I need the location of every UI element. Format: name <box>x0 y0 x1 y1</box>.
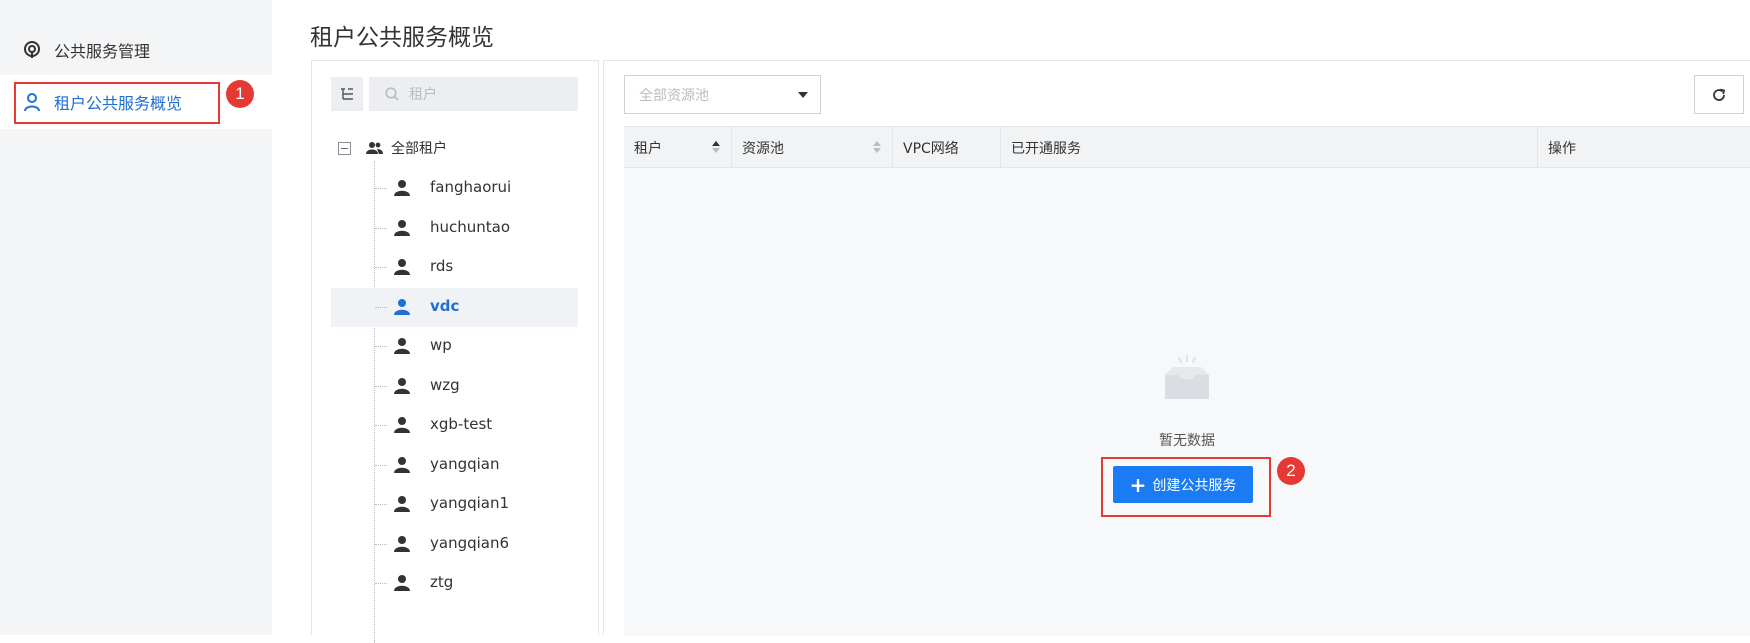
user-icon <box>394 259 410 275</box>
user-icon <box>394 377 410 394</box>
search-icon <box>385 87 399 101</box>
user-icon <box>394 456 410 473</box>
tree-item-label: fanghaorui <box>430 178 512 196</box>
tenant-tree-panel: 租户 − 全部租户 fanghaorui huchuntao rds vdc wp wzg… <box>311 60 599 643</box>
table-header: 租户 资源池 VPC网络 已开通服务 操作 <box>624 126 1750 168</box>
tree-connector <box>375 267 387 268</box>
column-header-label: 资源池 <box>742 140 784 157</box>
search-placeholder: 租户 <box>409 87 437 103</box>
user-icon <box>394 219 410 236</box>
page-title: 租户公共服务概览 <box>310 25 494 51</box>
column-header-vpc: VPC网络 <box>893 127 1001 168</box>
users-group-icon <box>366 141 383 155</box>
sort-icon <box>712 141 720 153</box>
resource-pool-select-value: 全部资源池 <box>639 87 709 104</box>
column-header-actions: 操作 <box>1538 127 1750 168</box>
tree-item-label: xgb-test <box>430 415 493 433</box>
column-header-label: 操作 <box>1548 140 1576 157</box>
tree-item-ztg[interactable]: ztg <box>331 564 578 603</box>
tree-item-label: yangqian <box>430 454 500 473</box>
user-icon <box>394 496 410 512</box>
user-icon <box>394 180 410 196</box>
tree-item-huchuntao[interactable]: huchuntao <box>331 209 578 248</box>
user-icon <box>394 417 410 433</box>
service-icon <box>22 40 42 60</box>
sidebar-item-label: 公共服务管理 <box>54 42 151 61</box>
tree-connector <box>375 504 387 505</box>
tree-item-wp[interactable]: wp <box>331 327 578 366</box>
tree-item-label: yangqian6 <box>430 533 510 552</box>
refresh-icon <box>1713 88 1726 101</box>
annotation-box-1 <box>14 82 220 124</box>
sidebar-item-public-service-management[interactable]: 公共服务管理 <box>0 23 272 77</box>
tree-root-label: 全部租户 <box>391 141 447 157</box>
column-header-label: VPC网络 <box>903 140 959 157</box>
column-header-label: 租户 <box>634 140 662 157</box>
column-header-resource-pool[interactable]: 资源池 <box>732 127 893 168</box>
user-icon <box>394 575 410 591</box>
annotation-box-2 <box>1101 457 1271 517</box>
refresh-button[interactable] <box>1694 75 1744 114</box>
empty-state-text: 暂无数据 <box>1159 433 1215 449</box>
tree-item-yangqian1[interactable]: yangqian1 <box>331 485 578 524</box>
tree-connector <box>375 425 387 426</box>
tree-connector <box>375 543 387 545</box>
tree-item-xgb-test[interactable]: xgb-test <box>331 406 578 445</box>
tree-connector <box>375 227 387 229</box>
tree-item-rds[interactable]: rds <box>331 248 578 287</box>
tree-item-yangqian6[interactable]: yangqian6 <box>331 525 578 564</box>
resource-pool-select[interactable]: 全部资源池 <box>624 75 821 114</box>
tree-item-fanghaorui[interactable]: fanghaorui <box>331 169 578 208</box>
tree-connector <box>375 188 387 189</box>
annotation-badge-2: 2 <box>1277 457 1305 485</box>
tree-connector <box>375 306 387 308</box>
column-header-tenant[interactable]: 租户 <box>624 127 732 168</box>
tree-root-all-tenants[interactable]: − 全部租户 <box>338 135 447 161</box>
annotation-badge-1: 1 <box>226 80 254 108</box>
tree-item-wzg[interactable]: wzg <box>331 367 578 406</box>
caret-down-icon <box>798 92 808 98</box>
tree-item-vdc[interactable]: vdc <box>331 287 578 327</box>
column-header-services: 已开通服务 <box>1001 127 1538 168</box>
tree-expand-toggle-button[interactable] <box>331 77 363 111</box>
collapse-icon[interactable]: − <box>338 141 351 155</box>
tree-item-yangqian[interactable]: yangqian <box>331 446 578 485</box>
tree-structure-icon <box>341 88 353 100</box>
user-icon <box>394 338 410 354</box>
tree-item-label: rds <box>430 257 454 275</box>
user-icon <box>394 535 410 552</box>
tree-item-label: wzg <box>430 375 460 394</box>
tree-item-label: yangqian1 <box>430 494 510 512</box>
tree-connector <box>375 346 387 347</box>
tree-item-label: vdc <box>430 296 460 315</box>
tree-item-label: ztg <box>430 573 454 591</box>
tree-connector <box>375 385 387 387</box>
tenant-search-input[interactable]: 租户 <box>369 77 578 111</box>
sort-icon <box>873 141 881 153</box>
user-icon <box>394 298 410 315</box>
tree-connector <box>375 464 387 466</box>
tree-item-label: huchuntao <box>430 217 511 236</box>
table-body-empty: 暂无数据 + 创建公共服务 <box>624 168 1750 636</box>
column-header-label: 已开通服务 <box>1011 140 1081 157</box>
tree-item-label: wp <box>430 336 452 354</box>
tree-connector <box>375 583 387 584</box>
main-panel: 全部资源池 租户 资源池 VPC网络 已开通服务 操作 暂无数据 + 创建公共服… <box>603 60 1750 636</box>
empty-inbox-icon <box>1165 355 1209 399</box>
